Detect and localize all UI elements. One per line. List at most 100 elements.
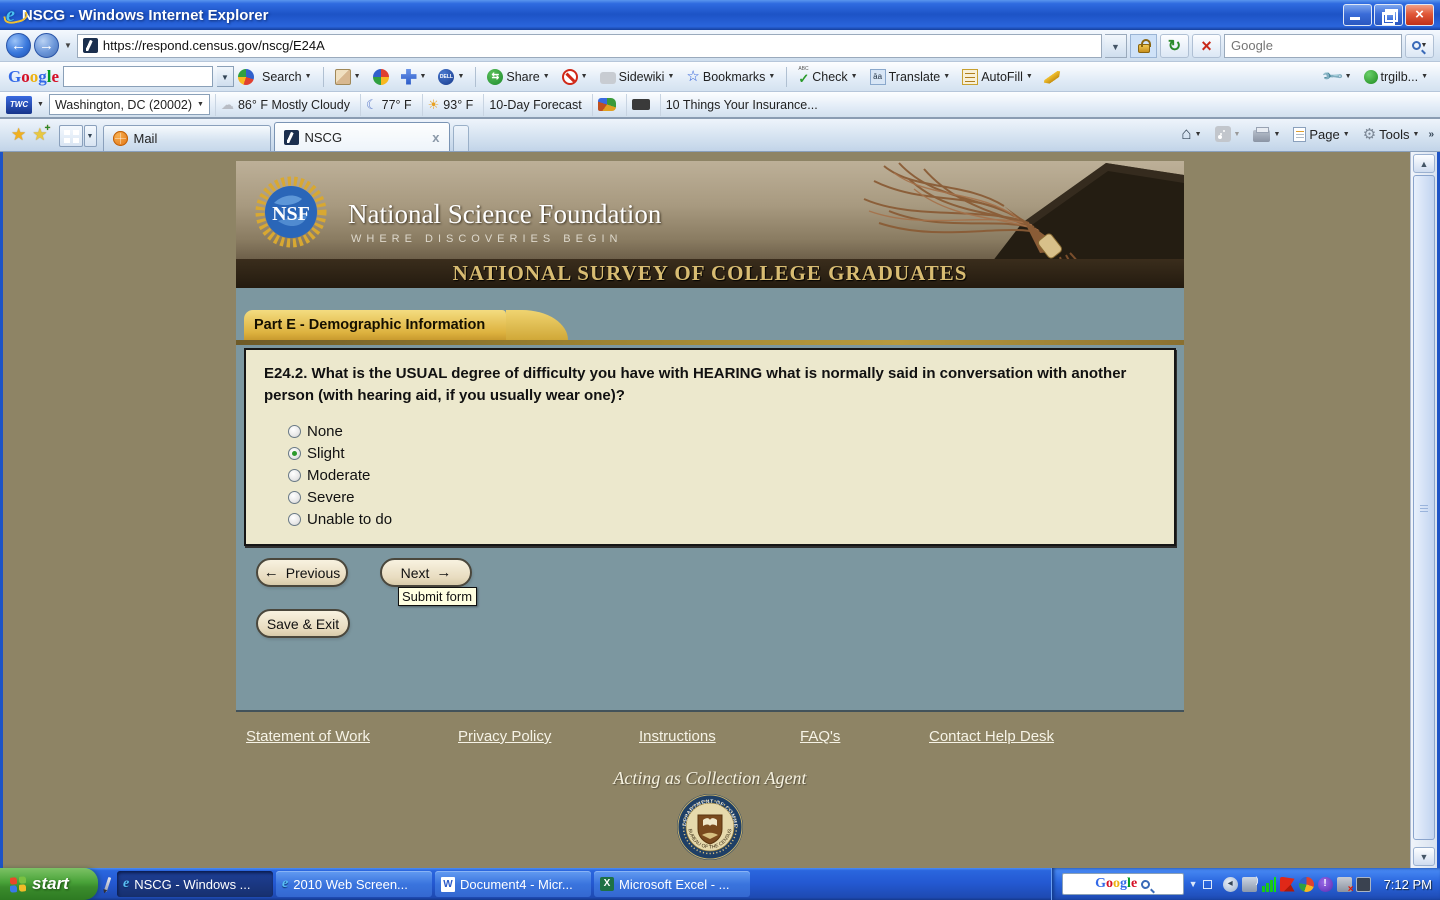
current-conditions[interactable]: ☁ 86° F Mostly Cloudy [214,93,355,116]
tab-list-dropdown[interactable]: ▼ [83,125,97,147]
spellcheck-button[interactable]: ✓Check▼ [794,65,861,89]
task-nscg[interactable]: e NSCG - Windows ... [117,871,273,897]
radio-unable[interactable] [288,512,301,526]
tab-nscg[interactable]: NSCG x [273,122,450,151]
account-button[interactable]: trgilb... ▼ [1360,65,1432,89]
stop-button[interactable]: × [1192,33,1221,58]
network-tray-icon[interactable] [1241,875,1259,892]
google-toolbar-search-input[interactable] [63,66,214,87]
bookmarks-button[interactable]: ☆ Bookmarks ▼ [682,65,779,89]
refresh-button[interactable]: ↻ [1160,33,1189,58]
question-box: E24.2. What is the USUAL degree of diffi… [244,348,1176,546]
translate-button[interactable]: āa Translate ▼ [866,65,955,89]
option-moderate[interactable]: Moderate [288,464,1148,486]
tab-mail[interactable]: Mail [102,125,271,151]
weather-map-button[interactable] [591,93,621,116]
share-button[interactable]: ⇆ Share ▼ [483,65,553,89]
page-menu-button[interactable]: Page ▼ [1289,122,1353,146]
favorites-center-button[interactable]: ★ [11,125,26,145]
autofill-button[interactable]: AutoFill ▼ [958,65,1037,89]
back-button[interactable]: ← [6,33,31,58]
news-button[interactable]: ▼ [331,65,365,89]
url-input[interactable] [102,38,1096,53]
task-word-document[interactable]: W Document4 - Micr... [435,871,591,897]
next-button[interactable]: Next → [380,558,472,587]
close-button[interactable]: × [1405,4,1434,26]
option-slight[interactable]: Slight [288,442,1148,464]
quick-tabs-button[interactable] [58,125,83,147]
desktop-search-box[interactable]: Google [1061,873,1184,895]
task-excel[interactable]: X Microsoft Excel - ... [594,871,750,897]
recent-pages-dropdown[interactable]: ▼ [64,41,72,50]
radio-severe[interactable] [288,490,301,504]
tools-menu-button[interactable]: ⚙ Tools ▼ [1359,122,1424,146]
privacy-policy-link[interactable]: Privacy Policy [458,728,551,745]
instructions-link[interactable]: Instructions [639,728,716,745]
contact-help-desk-link[interactable]: Contact Help Desk [929,728,1054,745]
ten-day-forecast-button[interactable]: 10-Day Forecast [483,93,586,116]
option-none[interactable]: None [288,420,1148,442]
weather-location-select[interactable]: Washington, DC (20002) ▼ [48,94,210,115]
alert-tray-icon[interactable]: ! [1317,876,1333,892]
search-go-button[interactable]: ▼ [1405,33,1434,58]
window-title: NSCG - Windows Internet Explorer [21,6,269,24]
popup-blocker-button[interactable]: ▼ [558,65,592,89]
vertical-scrollbar[interactable]: ▲ ▼ [1410,152,1437,868]
highlighter-button[interactable] [1041,65,1063,89]
nsf-org-name: National Science Foundation [348,199,662,229]
twc-dropdown[interactable]: ▼ [37,101,44,108]
google-search-dropdown[interactable]: ▼ [217,66,235,87]
statement-of-work-link[interactable]: Statement of Work [246,728,370,745]
minimize-button[interactable] [1343,4,1372,26]
tray-search-collapse[interactable] [1202,879,1212,889]
scroll-up-button[interactable]: ▲ [1413,154,1435,173]
printer-error-icon[interactable] [1336,876,1354,895]
sidewiki-button[interactable]: Sidewiki ▼ [596,65,679,89]
print-button[interactable]: ▼ [1249,122,1284,146]
signal-strength-icon[interactable] [1260,876,1276,892]
save-exit-button[interactable]: Save & Exit [256,609,350,638]
weather-video-button[interactable] [625,93,655,116]
ssl-lock-indicator[interactable] [1130,33,1157,58]
google-search-button[interactable]: Search ▼ [258,65,316,89]
radio-none[interactable] [288,424,301,438]
display-tray-icon[interactable] [1355,876,1371,892]
previous-button[interactable]: ← Previous [256,558,348,587]
speech-bubble-icon [599,71,616,84]
toolbar-overflow-chevron[interactable]: » [1428,129,1433,140]
task-web-screen[interactable]: e 2010 Web Screen... [276,871,432,897]
orbit-button[interactable] [369,65,393,89]
history-tray-icon[interactable]: ◂ [1222,876,1238,892]
tab-close-icon[interactable]: x [432,130,439,145]
toolbar-settings-button[interactable]: 🔧 ▼ [1320,64,1355,89]
faqs-link[interactable]: FAQ's [800,728,840,745]
option-unable[interactable]: Unable to do [288,508,1148,530]
news-headline-link[interactable]: 10 Things Your Insurance... [659,93,823,116]
start-button[interactable]: start [0,868,98,900]
plus-icon [400,68,417,85]
home-button[interactable]: ⌂ ▼ [1177,122,1205,146]
scroll-down-button[interactable]: ▼ [1413,847,1435,866]
new-tab-stub[interactable] [452,125,469,151]
quick-search-input[interactable] [1231,38,1395,53]
scrollbar-thumb[interactable] [1413,175,1435,840]
feeds-button[interactable]: ▼ [1211,122,1245,146]
add-favorite-button[interactable]: ★ [32,123,51,145]
twc-logo[interactable]: TWC [6,95,32,114]
security-flag-icon[interactable] [1279,876,1295,892]
google-logo: Google [8,66,60,86]
radio-moderate[interactable] [288,468,301,482]
option-severe[interactable]: Severe [288,486,1148,508]
survey-title-band: NATIONAL SURVEY OF COLLEGE GRADUATES [236,259,1184,288]
tray-search-dropdown[interactable]: ▼ [1189,879,1198,889]
browser-tray-icon[interactable] [1298,876,1314,892]
url-history-dropdown[interactable]: ▼ [1105,33,1127,58]
pen-shortcut-icon[interactable] [103,876,112,892]
overnight-low[interactable]: ☾ 77° F [359,93,417,116]
forward-button[interactable]: → [34,33,59,58]
restore-button[interactable] [1374,4,1403,26]
dell-button[interactable]: DELL ▼ [434,65,468,89]
daytime-high[interactable]: ☀ 93° F [421,93,479,116]
radio-slight[interactable] [288,446,301,460]
add-gadget-button[interactable]: ▼ [397,65,431,89]
